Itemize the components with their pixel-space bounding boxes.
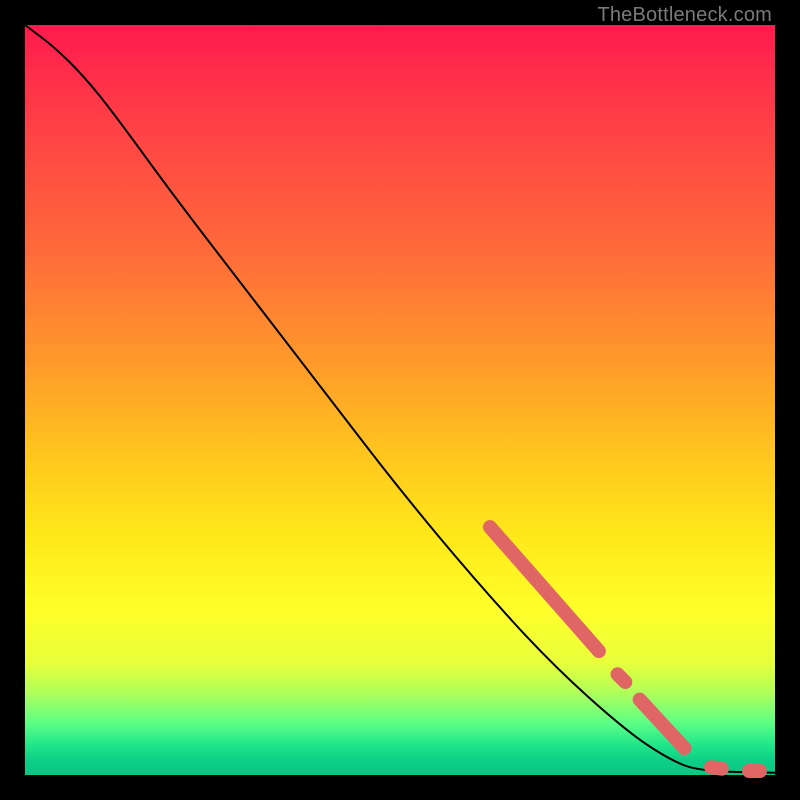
chart-stage: TheBottleneck.com — [0, 0, 800, 800]
bottleneck-curve — [25, 25, 775, 773]
curve-svg — [25, 25, 775, 775]
plot-area — [25, 25, 775, 775]
attribution-label: TheBottleneck.com — [597, 4, 772, 27]
